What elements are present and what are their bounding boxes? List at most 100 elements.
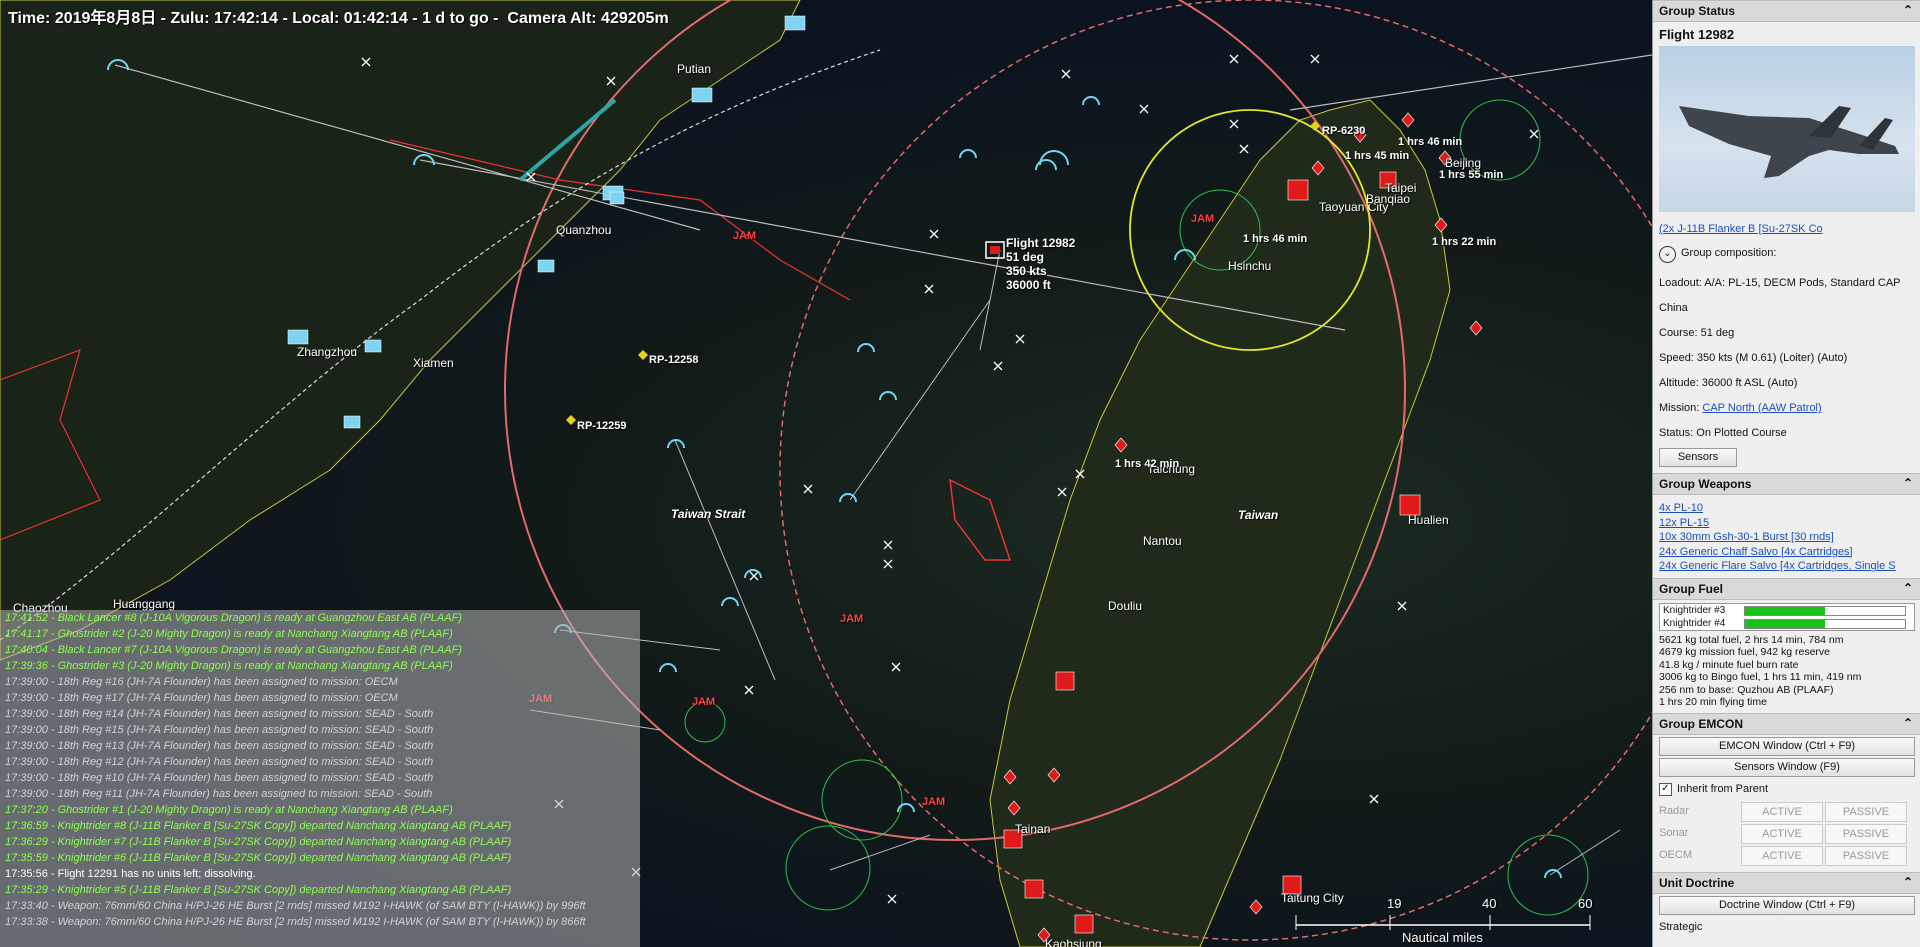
place-label: Taiwan Strait bbox=[671, 507, 746, 521]
place-label: Kaohsiung bbox=[1045, 937, 1102, 947]
scale-unit: Nautical miles bbox=[1402, 930, 1483, 945]
emcon-passive-button[interactable]: PASSIVE bbox=[1825, 823, 1907, 844]
fuel-info-line: 4679 kg mission fuel, 942 kg reserve bbox=[1659, 646, 1831, 659]
fuel-info: 5621 kg total fuel, 2 hrs 14 min, 784 nm… bbox=[1653, 634, 1920, 713]
group-emcon-header[interactable]: Group EMCON ⌃ bbox=[1653, 712, 1920, 735]
reference-point-label: RP-12258 bbox=[649, 354, 699, 366]
place-label: Douliu bbox=[1108, 599, 1143, 613]
section-title: Group Weapons bbox=[1659, 477, 1752, 491]
log-entry: 17:37:20 - Ghostrider #1 (J-20 Mighty Dr… bbox=[5, 804, 453, 816]
place-label: Taiwan bbox=[1238, 508, 1279, 522]
composition-label: Group composition: bbox=[1681, 247, 1777, 259]
fuel-unit-name: Knightrider #3 bbox=[1663, 604, 1726, 616]
place-label: Taitung City bbox=[1281, 891, 1344, 905]
selected-flight-info[interactable]: Flight 12982 51 deg 350 kts 36000 ft bbox=[1006, 236, 1075, 292]
timer-label: 1 hrs 22 min bbox=[1432, 236, 1497, 248]
emcon-passive-button[interactable]: PASSIVE bbox=[1825, 801, 1907, 822]
flight-course: 51 deg bbox=[1006, 250, 1045, 264]
unit-doctrine-header[interactable]: Unit Doctrine ⌃ bbox=[1653, 871, 1920, 894]
fuel-row: Knightrider #3 bbox=[1660, 604, 1914, 617]
group-fuel-header[interactable]: Group Fuel ⌃ bbox=[1653, 577, 1920, 600]
flight-speed: 350 kts bbox=[1006, 264, 1047, 278]
collapse-icon[interactable]: ⌃ bbox=[1903, 875, 1913, 889]
sensor-ring bbox=[821, 759, 903, 841]
speed-text: Speed: 350 kts (M 0.61) (Loiter) (Auto) bbox=[1659, 352, 1848, 364]
side-panel[interactable]: Group Status ⌃ Flight 12982 (2x J-11B Fla… bbox=[1652, 0, 1920, 947]
flight-name: Flight 12982 bbox=[1006, 236, 1076, 250]
log-entry: 17:35:59 - Knightrider #6 (J-11B Flanker… bbox=[5, 852, 512, 864]
log-entry: 17:41:17 - Ghostrider #2 (J-20 Mighty Dr… bbox=[5, 628, 453, 640]
weapon-link[interactable]: 10x 30mm Gsh-30-1 Burst [30 rnds] bbox=[1653, 530, 1920, 545]
timer-label: 1 hrs 42 min bbox=[1115, 458, 1180, 470]
emcon-active-button[interactable]: ACTIVE bbox=[1741, 845, 1823, 866]
timer-label: 1 hrs 46 min bbox=[1398, 136, 1463, 148]
track-line bbox=[674, 439, 776, 681]
tactical-map[interactable]: Time: 2019年8月8日 - Zulu: 17:42:14 - Local… bbox=[0, 0, 1652, 947]
log-entry: 17:39:36 - Ghostrider #3 (J-20 Mighty Dr… bbox=[5, 660, 453, 672]
status-text: Status: On Plotted Course bbox=[1659, 427, 1787, 439]
weapon-link[interactable]: 12x PL-15 bbox=[1653, 516, 1920, 531]
log-entry: 17:39:00 - 18th Reg #15 (JH-7A Flounder)… bbox=[5, 724, 434, 736]
expand-icon[interactable]: ⌄ bbox=[1659, 246, 1676, 263]
log-entry: 17:39:00 - 18th Reg #12 (JH-7A Flounder)… bbox=[5, 756, 434, 768]
place-label: Tainan bbox=[1015, 822, 1051, 836]
fuel-bar-fill bbox=[1745, 606, 1825, 615]
sensor-ring bbox=[684, 701, 726, 743]
collapse-icon[interactable]: ⌃ bbox=[1903, 581, 1913, 595]
sensors-button[interactable]: Sensors bbox=[1659, 448, 1737, 467]
weapons-list: 4x PL-10 12x PL-15 10x 30mm Gsh-30-1 Burst… bbox=[1653, 495, 1920, 578]
aircraft-silhouette bbox=[1679, 106, 1899, 178]
emcon-row-label: Radar bbox=[1659, 804, 1689, 817]
mission-link[interactable]: CAP North (AAW Patrol) bbox=[1702, 402, 1821, 414]
fuel-info-line: 5621 kg total fuel, 2 hrs 14 min, 784 nm bbox=[1659, 633, 1844, 646]
inherit-label: Inherit from Parent bbox=[1677, 782, 1769, 795]
fuel-bar bbox=[1744, 605, 1906, 616]
track-line bbox=[849, 299, 991, 501]
track-line bbox=[829, 834, 931, 871]
log-entry: 17:33:38 - Weapon: 76mm/60 China H/PJ-26… bbox=[5, 916, 586, 928]
track-line bbox=[1289, 54, 1652, 111]
scale-label: 60 bbox=[1578, 896, 1593, 911]
aircraft-link[interactable]: (2x J-11B Flanker B [Su-27SK Co bbox=[1659, 223, 1823, 235]
doctrine-window-button[interactable]: Doctrine Window (Ctrl + F9) bbox=[1659, 895, 1915, 915]
place-label: Beijing bbox=[1445, 156, 1482, 170]
sensors-window-button[interactable]: Sensors Window (F9) bbox=[1659, 757, 1915, 777]
mission-label: Mission: bbox=[1659, 402, 1700, 414]
emcon-window-button[interactable]: EMCON Window (Ctrl + F9) bbox=[1659, 736, 1915, 756]
fuel-gauge-list: Knightrider #3 Knightrider #4 bbox=[1659, 602, 1915, 631]
emcon-active-button[interactable]: ACTIVE bbox=[1741, 823, 1823, 844]
fuel-unit-name: Knightrider #4 bbox=[1663, 617, 1726, 629]
place-label: Hualien bbox=[1408, 513, 1449, 527]
weapon-link[interactable]: 24x Generic Chaff Salvo [4x Cartridges] bbox=[1653, 545, 1920, 560]
collapse-icon[interactable]: ⌃ bbox=[1903, 3, 1913, 17]
timer-label: 1 hrs 55 min bbox=[1439, 169, 1504, 181]
timer-label: 1 hrs 45 min bbox=[1345, 150, 1410, 162]
place-label: Quanzhou bbox=[556, 223, 612, 237]
log-entry: 17:36:59 - Knightrider #8 (J-11B Flanker… bbox=[5, 820, 512, 832]
log-entry: 17:33:40 - Weapon: 76mm/60 China H/PJ-26… bbox=[5, 900, 586, 912]
log-entry: 17:39:00 - 18th Reg #10 (JH-7A Flounder)… bbox=[5, 772, 434, 784]
inherit-checkbox[interactable]: ✓ bbox=[1659, 782, 1672, 796]
log-entry: 17:39:00 - 18th Reg #13 (JH-7A Flounder)… bbox=[5, 740, 434, 752]
log-entry: 17:39:00 - 18th Reg #11 (JH-7A Flounder)… bbox=[5, 788, 433, 800]
scale-label: 19 bbox=[1387, 896, 1402, 911]
emcon-active-button[interactable]: ACTIVE bbox=[1741, 801, 1823, 822]
weapon-link[interactable]: 24x Generic Flare Salvo [4x Cartridges, … bbox=[1653, 559, 1920, 574]
fuel-info-line: 41.8 kg / minute fuel burn rate bbox=[1659, 658, 1799, 671]
scale-label: 40 bbox=[1482, 896, 1497, 911]
weapon-link[interactable]: 4x PL-10 bbox=[1653, 501, 1920, 516]
fuel-info-line: 256 nm to base: Quzhou AB (PLAAF) bbox=[1659, 683, 1834, 696]
group-weapons-header[interactable]: Group Weapons ⌃ bbox=[1653, 473, 1920, 495]
log-entry: 17:35:56 - Flight 12291 has no units lef… bbox=[5, 868, 256, 880]
jam-label: JAM bbox=[922, 796, 946, 808]
collapse-icon[interactable]: ⌃ bbox=[1903, 476, 1913, 490]
fuel-bar bbox=[1744, 618, 1906, 629]
log-entry: 17:39:00 - 18th Reg #14 (JH-7A Flounder)… bbox=[5, 708, 434, 720]
emcon-passive-button[interactable]: PASSIVE bbox=[1825, 845, 1907, 866]
log-entry: 17:39:00 - 18th Reg #17 (JH-7A Flounder)… bbox=[5, 692, 398, 704]
group-status-header[interactable]: Group Status ⌃ bbox=[1653, 0, 1920, 22]
place-label: Xiamen bbox=[413, 356, 454, 370]
place-label: Huanggang bbox=[113, 597, 176, 611]
collapse-icon[interactable]: ⌃ bbox=[1903, 716, 1913, 730]
message-log[interactable]: 17:41:52 - Black Lancer #8 (J-10A Vigoro… bbox=[0, 610, 640, 947]
